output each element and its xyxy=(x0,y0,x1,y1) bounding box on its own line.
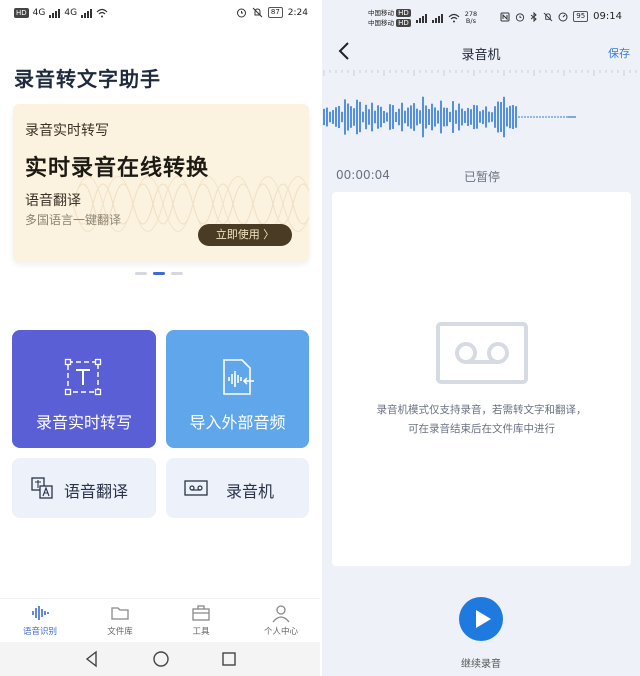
home-circle-icon[interactable] xyxy=(152,650,170,668)
recents-square-icon[interactable] xyxy=(220,650,238,668)
import-audio-label: 导入外部音频 xyxy=(189,413,286,432)
carousel-dot xyxy=(135,272,147,275)
speedometer-icon xyxy=(558,12,568,21)
status-right: 95 09:14 xyxy=(500,11,622,22)
continue-recording-label: 继续录音 xyxy=(461,659,501,670)
signal-icon xyxy=(415,13,427,23)
network-type-1: 4G xyxy=(32,8,46,18)
voice-translate-label: 语音翻译 xyxy=(64,482,129,501)
signal-icon xyxy=(81,8,93,18)
recorder-mode-notice-line1: 录音机模式仅支持录音，若需转文字和翻译， xyxy=(376,404,587,416)
banner-headline: 实时录音在线转换 xyxy=(25,156,210,181)
network-type-2: 4G xyxy=(64,8,78,18)
person-icon xyxy=(272,605,290,623)
signal-icon xyxy=(49,8,61,18)
page-title: 录音机 xyxy=(461,48,501,63)
carousel-dot-active xyxy=(153,272,165,275)
tab-profile[interactable]: 个人中心 xyxy=(249,603,313,637)
realtime-transcribe-label: 录音实时转写 xyxy=(35,413,132,432)
carrier-info: 中国移动 HD 中国移动 HD xyxy=(368,8,411,28)
network-speed: 278 B/s xyxy=(465,11,477,25)
tab-tools[interactable]: 工具 xyxy=(169,603,233,637)
recorder-card[interactable]: 录音机 xyxy=(166,458,309,518)
status-right: 87 2:24 xyxy=(236,7,308,18)
network-speed-unit: B/s xyxy=(465,17,476,25)
tab-label: 个人中心 xyxy=(263,627,298,637)
app-title: 录音转文字助手 xyxy=(14,67,161,91)
hd-badge: HD xyxy=(396,19,411,27)
bottom-tab-bar: 语音识别 文件库 工具 个人中心 xyxy=(0,598,320,642)
banner-subtitle: 录音实时转写 xyxy=(25,123,109,139)
status-left: HD 4G 4G xyxy=(14,8,108,18)
clock: 2:24 xyxy=(287,7,308,18)
text-frame-icon xyxy=(64,358,102,396)
status-bar: 中国移动 HD 中国移动 HD 278 B/s 95 09:14 xyxy=(322,0,640,30)
battery-icon: 87 xyxy=(267,7,283,18)
voice-translate-card[interactable]: 语音翻译 xyxy=(12,458,156,518)
banner-feature-desc: 多国语言一键翻译 xyxy=(25,213,122,227)
recorder-label: 录音机 xyxy=(226,482,275,501)
battery-icon: 95 xyxy=(573,11,589,22)
wifi-icon xyxy=(96,8,108,18)
waveform-icon xyxy=(32,606,49,620)
bluetooth-icon xyxy=(530,11,537,22)
folder-icon xyxy=(111,607,129,620)
screenshot-root: HD 4G 4G 87 2:24 录音转文字助手 录音实时转写 实时录音在线转换… xyxy=(0,0,640,676)
status-left: 中国移动 HD 中国移动 HD 278 B/s xyxy=(368,8,477,28)
system-nav-bar xyxy=(0,642,320,676)
tab-label: 语音识别 xyxy=(22,627,57,637)
carrier-name-2: 中国移动 xyxy=(368,19,394,27)
banner-feature-title: 语音翻译 xyxy=(25,193,81,209)
continue-recording-button[interactable] xyxy=(459,597,503,641)
play-icon xyxy=(476,610,491,628)
status-bar: HD 4G 4G 87 2:24 xyxy=(0,0,320,28)
tab-voice-recognition[interactable]: 语音识别 xyxy=(8,603,72,637)
alarm-icon xyxy=(236,8,246,18)
back-triangle-icon[interactable] xyxy=(83,650,101,668)
recorder-header: 录音机 保存 xyxy=(322,36,640,68)
promo-banner[interactable]: 录音实时转写 实时录音在线转换 语音翻译 多国语言一键翻译 立即使用 〉 xyxy=(13,104,309,262)
transcript-panel: 录音机模式仅支持录音，若需转文字和翻译， 可在录音结束后在文件库中进行 xyxy=(332,192,631,566)
recorder-screen: 中国移动 HD 中国移动 HD 278 B/s 95 09:14 录音机 保存 … xyxy=(322,0,640,676)
hd-badge: HD xyxy=(396,9,411,17)
recording-state: 已暂停 xyxy=(464,170,501,184)
tab-file-library[interactable]: 文件库 xyxy=(88,603,152,637)
tab-label: 工具 xyxy=(192,627,210,637)
nfc-icon xyxy=(500,12,510,21)
carousel-indicator xyxy=(135,272,183,275)
audio-waveform xyxy=(323,96,576,138)
mute-icon xyxy=(543,12,553,21)
realtime-transcribe-card[interactable]: 录音实时转写 xyxy=(12,330,156,448)
translate-icon xyxy=(31,477,53,499)
import-audio-card[interactable]: 导入外部音频 xyxy=(166,330,309,448)
cassette-icon xyxy=(184,480,208,496)
cassette-placeholder-icon xyxy=(436,322,528,384)
clock: 09:14 xyxy=(593,11,622,22)
save-button[interactable]: 保存 xyxy=(608,45,630,61)
alarm-icon xyxy=(516,12,525,22)
recording-info-bar: 00:00:04 已暂停 xyxy=(322,160,640,190)
carousel-dot xyxy=(171,272,183,275)
recording-timer: 00:00:04 xyxy=(336,168,390,182)
signal-icon xyxy=(431,13,443,23)
wifi-icon xyxy=(448,13,460,23)
tab-label: 文件库 xyxy=(107,627,133,637)
hd-badge: HD xyxy=(14,8,29,18)
import-audio-icon xyxy=(223,359,254,395)
recorder-mode-notice-line2: 可在录音结束后在文件库中进行 xyxy=(408,423,555,435)
home-screen: HD 4G 4G 87 2:24 录音转文字助手 录音实时转写 实时录音在线转换… xyxy=(0,0,320,676)
toolbox-icon xyxy=(192,605,210,621)
carrier-name-1: 中国移动 xyxy=(368,9,394,17)
mute-icon xyxy=(252,7,263,18)
use-now-button[interactable]: 立即使用 〉 xyxy=(198,224,292,246)
